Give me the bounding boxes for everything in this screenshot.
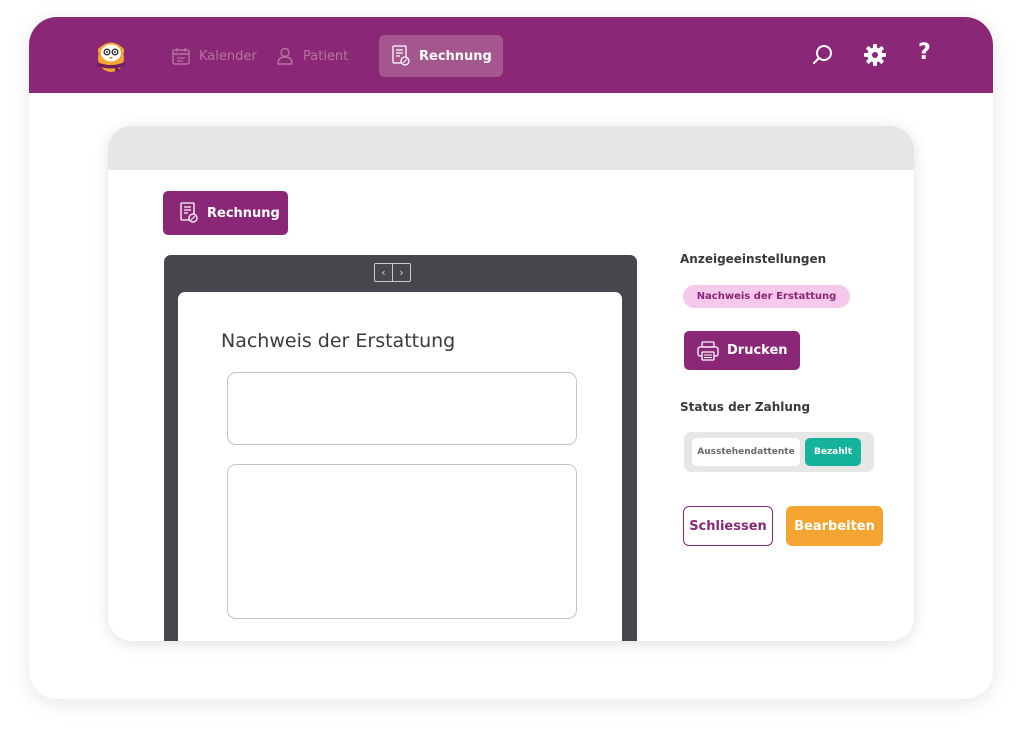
- search-icon[interactable]: [811, 43, 835, 67]
- help-icon[interactable]: ?: [918, 39, 942, 65]
- payment-status-label: Status der Zahlung: [680, 400, 811, 414]
- top-navigation-bar: Kalender Patient Rechnung ?: [29, 17, 993, 93]
- previous-page-button[interactable]: ‹: [375, 264, 393, 281]
- document-field[interactable]: [227, 372, 577, 445]
- app-window: Kalender Patient Rechnung ? Rechnung ‹ ›…: [29, 17, 993, 699]
- document-viewer: ‹ › Nachweis der Erstattung: [164, 255, 637, 641]
- rechnung-button[interactable]: Rechnung: [163, 191, 288, 235]
- invoice-icon: [392, 45, 410, 66]
- document-title: Nachweis der Erstattung: [221, 330, 456, 352]
- nav-patient-label: Patient: [303, 48, 349, 64]
- nav-item-rechnung[interactable]: Rechnung: [379, 35, 503, 77]
- display-settings-label: Anzeigeeinstellungen: [680, 252, 827, 266]
- nav-kalender-label: Kalender: [199, 48, 257, 64]
- mascot-logo-icon[interactable]: [89, 33, 133, 77]
- calendar-icon: [172, 48, 190, 65]
- document-page: Nachweis der Erstattung: [178, 292, 622, 641]
- document-type-chip[interactable]: Nachweis der Erstattung: [683, 285, 850, 308]
- print-button[interactable]: Drucken: [684, 331, 800, 370]
- edit-button[interactable]: Bearbeiten: [786, 506, 883, 546]
- close-button[interactable]: Schliessen: [683, 506, 773, 546]
- gear-icon[interactable]: [863, 43, 887, 67]
- payment-status-toggle: Ausstehendattente Bezahlt: [684, 432, 874, 472]
- invoice-card: Rechnung ‹ › Nachweis der Erstattung Anz…: [108, 126, 914, 641]
- nav-item-kalender[interactable]: Kalender: [171, 35, 257, 77]
- nav-item-patient[interactable]: Patient: [275, 35, 348, 77]
- status-pending-option[interactable]: Ausstehendattente: [692, 438, 800, 466]
- nav-rechnung-label: Rechnung: [419, 48, 492, 64]
- document-field[interactable]: [227, 464, 577, 619]
- print-button-label: Drucken: [727, 343, 788, 358]
- printer-icon: [697, 340, 719, 361]
- rechnung-button-label: Rechnung: [207, 205, 280, 221]
- status-paid-option[interactable]: Bezahlt: [805, 438, 861, 466]
- user-icon: [277, 47, 293, 65]
- card-header: [108, 126, 914, 170]
- invoice-icon: [180, 202, 198, 223]
- next-page-button[interactable]: ›: [393, 264, 410, 281]
- page-navigator: ‹ ›: [374, 263, 411, 282]
